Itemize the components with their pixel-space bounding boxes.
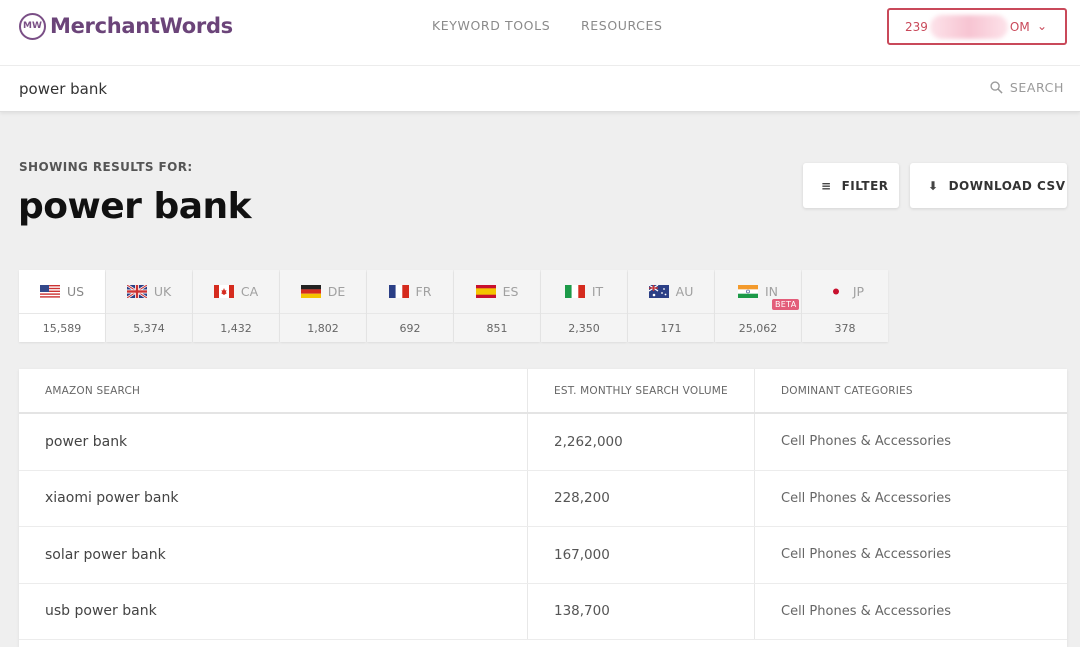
column-header-amazon-search[interactable]: AMAZON SEARCH	[19, 369, 528, 412]
top-navigation-bar: MW MerchantWords KEYWORD TOOLS RESOURCES…	[0, 0, 1080, 66]
category-cell: Cell Phones & Accessories	[781, 547, 952, 563]
country-code: IT	[591, 284, 604, 299]
country-count: 5,374	[133, 321, 165, 335]
search-term-cell[interactable]: solar power bank	[19, 527, 528, 583]
ca-flag-icon	[213, 285, 234, 298]
country-code: IN	[764, 284, 779, 299]
country-tab-ca[interactable]: CA 1,432	[193, 270, 279, 342]
search-term-cell[interactable]: power bank	[19, 414, 528, 470]
table-row[interactable]: usb power bank 138,700 Cell Phones & Acc…	[19, 583, 1067, 640]
country-tab-de[interactable]: DE 1,802	[280, 270, 366, 342]
uk-flag-icon	[126, 285, 147, 298]
nav-resources[interactable]: RESOURCES	[581, 18, 663, 33]
country-tab-in[interactable]: IN BETA 25,062	[715, 270, 801, 342]
logo-mark-icon: MW	[19, 12, 46, 40]
table-row[interactable]: power bank 2,262,000 Cell Phones & Acces…	[19, 414, 1067, 471]
column-header-categories[interactable]: DOMINANT CATEGORIES	[755, 369, 1067, 412]
country-code: FR	[415, 284, 432, 299]
country-count: 1,432	[220, 321, 252, 335]
country-code: ES	[502, 284, 519, 299]
search-volume-cell: 2,262,000	[528, 414, 755, 470]
search-icon	[990, 81, 1003, 94]
table-row[interactable]: xiaomi power bank 228,200 Cell Phones & …	[19, 470, 1067, 527]
filter-button[interactable]: ≡ FILTER	[803, 163, 899, 208]
us-flag-icon	[39, 285, 60, 298]
country-code: DE	[327, 284, 346, 299]
country-tab-fr[interactable]: FR 692	[367, 270, 453, 342]
redacted-account-name	[929, 14, 1008, 39]
account-name-prefix: 239	[905, 19, 928, 34]
country-code: AU	[675, 284, 694, 299]
search-button[interactable]: SEARCH	[990, 80, 1064, 95]
download-csv-button[interactable]: ⬇ DOWNLOAD CSV	[910, 163, 1067, 208]
jp-flag-icon	[825, 285, 846, 298]
search-volume-cell: 138,700	[528, 583, 755, 639]
column-header-search-volume[interactable]: EST. MONTHLY SEARCH VOLUME	[528, 369, 755, 412]
chevron-down-icon: ⌄	[1036, 19, 1047, 33]
search-term-cell[interactable]: xiaomi power bank	[19, 470, 528, 526]
country-code: UK	[153, 284, 172, 299]
beta-badge: BETA	[772, 299, 800, 310]
table-row[interactable]: solar power bank 167,000 Cell Phones & A…	[19, 527, 1067, 584]
nav-keyword-tools[interactable]: KEYWORD TOOLS	[432, 18, 550, 33]
search-input[interactable]	[19, 78, 919, 100]
country-count: 378	[834, 321, 856, 335]
search-bar: SEARCH	[0, 66, 1080, 112]
au-flag-icon	[648, 285, 669, 298]
country-count: 692	[399, 321, 421, 335]
search-term-cell[interactable]: usb power bank	[19, 583, 528, 639]
country-code: CA	[240, 284, 259, 299]
brand-name: MerchantWords	[50, 14, 233, 38]
country-tab-uk[interactable]: UK 5,374	[106, 270, 192, 342]
es-flag-icon	[475, 285, 496, 298]
download-icon: ⬇	[928, 178, 939, 193]
country-count: 1,802	[307, 321, 339, 335]
country-code: US	[66, 284, 85, 299]
search-volume-cell: 167,000	[528, 527, 755, 583]
category-cell: Cell Phones & Accessories	[781, 490, 952, 506]
fr-flag-icon	[388, 285, 409, 298]
in-flag-icon	[737, 285, 758, 298]
country-count: 25,062	[738, 321, 778, 335]
search-button-label: SEARCH	[1009, 80, 1064, 95]
category-cell: Cell Phones & Accessories	[781, 434, 952, 450]
merchantwords-logo[interactable]: MW MerchantWords	[19, 12, 233, 40]
country-tab-au[interactable]: AU 171	[628, 270, 714, 342]
country-tab-us[interactable]: US 15,589	[19, 270, 105, 342]
account-menu-button[interactable]: 239 OM ⌄	[887, 8, 1067, 45]
country-tab-es[interactable]: ES 851	[454, 270, 540, 342]
download-button-label: DOWNLOAD CSV	[948, 178, 1066, 193]
table-header: AMAZON SEARCH EST. MONTHLY SEARCH VOLUME…	[19, 369, 1067, 414]
country-tab-jp[interactable]: JP 378	[802, 270, 888, 342]
search-volume-cell: 228,200	[528, 470, 755, 526]
category-cell: Cell Phones & Accessories	[781, 603, 952, 619]
showing-results-label: SHOWING RESULTS FOR:	[19, 160, 193, 174]
it-flag-icon	[564, 285, 585, 298]
country-count: 15,589	[42, 321, 82, 335]
country-count: 171	[660, 321, 682, 335]
filter-icon: ≡	[821, 178, 832, 193]
account-name-suffix: OM	[1009, 19, 1030, 34]
country-count: 2,350	[568, 321, 600, 335]
query-title: power bank	[18, 186, 252, 227]
country-tab-it[interactable]: IT 2,350	[541, 270, 627, 342]
country-code: JP	[852, 284, 865, 299]
results-table: AMAZON SEARCH EST. MONTHLY SEARCH VOLUME…	[19, 369, 1067, 647]
de-flag-icon	[300, 285, 321, 298]
country-tabs: US 15,589 UK 5,374 CA 1,432 DE 1,802 FR …	[19, 270, 889, 342]
country-count: 851	[486, 321, 508, 335]
filter-button-label: FILTER	[841, 178, 889, 193]
